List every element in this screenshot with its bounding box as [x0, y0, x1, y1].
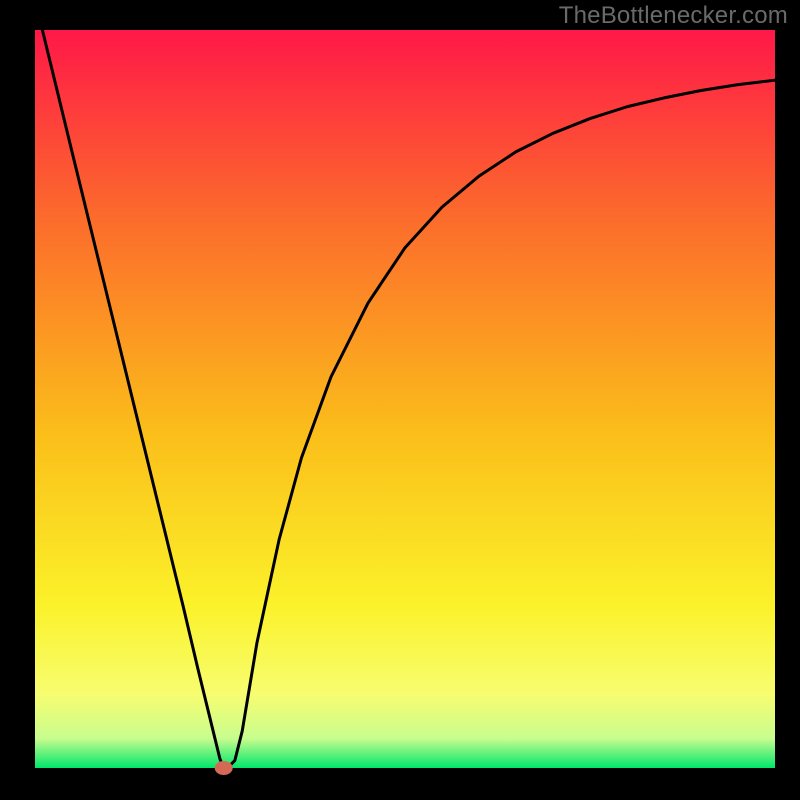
chart-frame: TheBottlenecker.com	[0, 0, 800, 800]
optimal-point-marker	[215, 761, 233, 775]
bottleneck-plot	[0, 0, 800, 800]
plot-background	[35, 30, 775, 768]
watermark-text: TheBottlenecker.com	[559, 2, 788, 30]
